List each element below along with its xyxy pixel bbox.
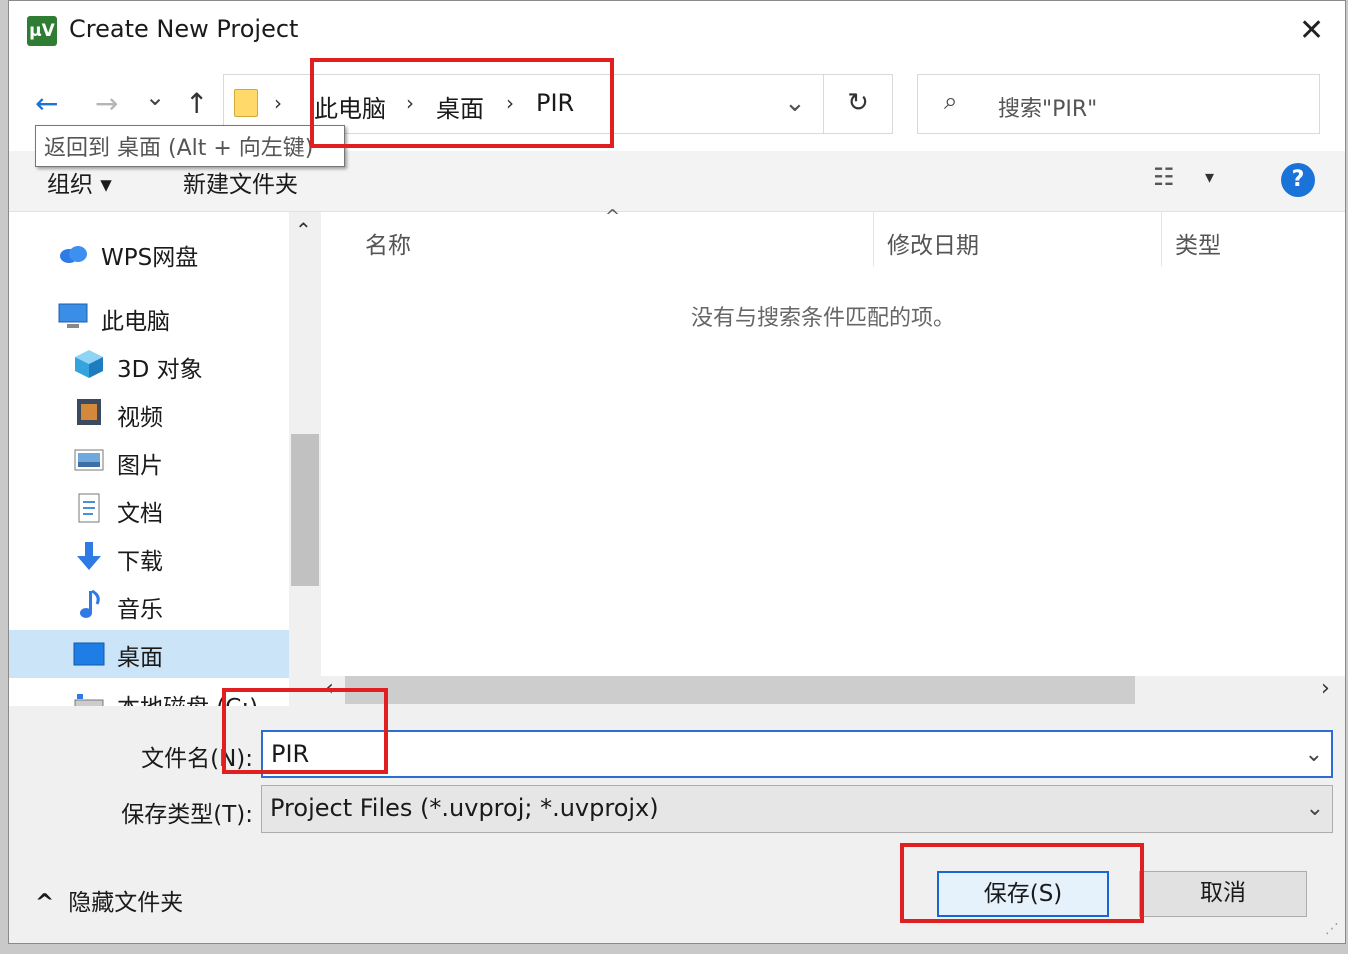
address-dropdown-icon[interactable]: ⌄ xyxy=(784,88,806,118)
horizontal-scroll-thumb[interactable] xyxy=(345,676,1135,704)
breadcrumb-separator: › xyxy=(506,91,514,115)
close-icon[interactable]: ✕ xyxy=(1299,13,1324,48)
empty-results-message: 没有与搜索条件匹配的项。 xyxy=(691,306,956,331)
search-box[interactable]: ⌕ 搜索"PIR" xyxy=(917,74,1320,134)
chevron-down-icon[interactable]: ⌄ xyxy=(1306,796,1324,821)
breadcrumb-separator: › xyxy=(274,91,282,115)
sidebar-item-downloads[interactable]: 下载 xyxy=(73,536,287,580)
document-icon xyxy=(78,493,100,523)
view-options-icon[interactable]: ☷ xyxy=(1153,163,1175,191)
back-tooltip: 返回到 桌面 (Alt + 向左键) xyxy=(35,125,345,167)
sidebar-item-desktop[interactable]: 桌面 xyxy=(9,630,289,678)
sidebar-item-videos[interactable]: 视频 xyxy=(73,392,287,436)
sidebar-item-pictures[interactable]: 图片 xyxy=(73,440,287,484)
sidebar-scrollbar[interactable]: ⌃ xyxy=(289,212,321,706)
column-divider[interactable] xyxy=(873,212,874,266)
cube-icon xyxy=(75,350,103,378)
download-icon xyxy=(77,542,101,570)
sidebar-item-label: 下载 xyxy=(117,549,163,575)
sidebar-item-label: 本地磁盘 (C:) xyxy=(117,688,258,706)
sidebar-item-label: 音乐 xyxy=(117,597,163,623)
save-button[interactable]: 保存(S) xyxy=(937,871,1109,917)
computer-icon xyxy=(58,303,88,328)
chevron-up-icon: ^ xyxy=(35,890,55,916)
sidebar-item-label: 3D 对象 xyxy=(117,357,203,383)
sidebar-item-3d-objects[interactable]: 3D 对象 xyxy=(73,344,287,388)
cancel-button[interactable]: 取消 xyxy=(1139,871,1307,917)
hide-folders-label: 隐藏文件夹 xyxy=(68,890,184,916)
filetype-label: 保存类型(T): xyxy=(121,802,253,828)
hide-folders-toggle[interactable]: ^ 隐藏文件夹 xyxy=(35,883,183,917)
breadcrumb-separator: › xyxy=(406,91,414,115)
sidebar-item-documents[interactable]: 文档 xyxy=(73,488,287,532)
create-project-dialog: μV Create New Project ✕ ← → ⌄ ↑ › 此电脑 › … xyxy=(8,0,1346,944)
sidebar-item-label: 图片 xyxy=(117,453,163,479)
sidebar-item-label: WPS网盘 xyxy=(101,245,199,271)
sidebar-item-label: 此电脑 xyxy=(101,309,170,335)
help-icon[interactable]: ? xyxy=(1281,163,1315,197)
sidebar-scroll-thumb[interactable] xyxy=(291,434,319,586)
up-icon[interactable]: ↑ xyxy=(185,87,208,120)
keil-app-icon: μV xyxy=(27,16,57,46)
search-icon: ⌕ xyxy=(944,87,958,115)
scroll-right-icon[interactable]: › xyxy=(1321,676,1330,701)
chevron-down-icon[interactable]: ⌄ xyxy=(1305,742,1323,767)
sidebar-item-this-pc[interactable]: 此电脑 xyxy=(57,296,287,340)
folder-icon xyxy=(234,89,258,117)
filename-label: 文件名(N): xyxy=(141,746,253,772)
sort-indicator-icon: ^ xyxy=(605,206,621,227)
filetype-value: Project Files (*.uvproj; *.uvprojx) xyxy=(270,794,659,822)
sidebar-item-local-disk[interactable]: 本地磁盘 (C:) xyxy=(73,682,287,706)
column-divider[interactable] xyxy=(1161,212,1162,266)
sidebar-item-wps-drive[interactable]: WPS网盘 xyxy=(57,232,287,276)
search-placeholder: 搜索"PIR" xyxy=(998,97,1098,122)
back-icon[interactable]: ← xyxy=(35,87,58,120)
music-icon xyxy=(80,589,100,618)
column-header-modified[interactable]: 修改日期 xyxy=(887,226,979,260)
cloud-icon xyxy=(60,246,87,263)
refresh-button[interactable]: ↻ xyxy=(823,74,893,134)
disk-icon xyxy=(74,694,104,706)
view-dropdown-icon[interactable]: ▾ xyxy=(1205,167,1214,188)
column-header-name[interactable]: 名称 xyxy=(365,226,411,260)
filetype-select[interactable]: Project Files (*.uvproj; *.uvprojx) ⌄ xyxy=(261,785,1333,833)
scroll-up-icon[interactable]: ⌃ xyxy=(295,218,312,242)
organize-menu[interactable]: 组织 ▾ xyxy=(47,165,112,199)
window-title: Create New Project xyxy=(69,15,299,43)
horizontal-scrollbar[interactable]: ‹ › xyxy=(321,676,1345,706)
navigation-pane: WPS网盘 此电脑 3D 对象 视频 图片 文档 下载 音乐 桌面 xyxy=(9,212,289,706)
forward-icon[interactable]: → xyxy=(95,87,118,120)
breadcrumb-desktop[interactable]: 桌面 xyxy=(436,89,484,124)
column-header-type[interactable]: 类型 xyxy=(1175,226,1221,260)
sidebar-item-music[interactable]: 音乐 xyxy=(73,584,287,628)
recent-locations-icon[interactable]: ⌄ xyxy=(145,83,165,111)
breadcrumb-this-pc[interactable]: 此电脑 xyxy=(314,89,386,124)
desktop-icon xyxy=(73,642,105,666)
sidebar-item-label: 视频 xyxy=(117,405,163,431)
video-icon xyxy=(77,399,101,425)
filename-value: PIR xyxy=(271,740,310,768)
breadcrumb-pir[interactable]: PIR xyxy=(536,89,574,117)
new-folder-button[interactable]: 新建文件夹 xyxy=(183,165,298,199)
pictures-icon xyxy=(74,449,104,471)
filename-input[interactable]: PIR ⌄ xyxy=(261,730,1333,778)
resize-grip-icon[interactable]: ⋰ xyxy=(1325,921,1339,937)
file-list: ^ 名称 修改日期 类型 没有与搜索条件匹配的项。 xyxy=(321,206,1345,676)
sidebar-item-label: 文档 xyxy=(117,501,163,527)
sidebar-item-label: 桌面 xyxy=(117,645,163,671)
scroll-left-icon[interactable]: ‹ xyxy=(325,676,334,701)
title-bar: μV Create New Project ✕ xyxy=(9,1,1345,61)
